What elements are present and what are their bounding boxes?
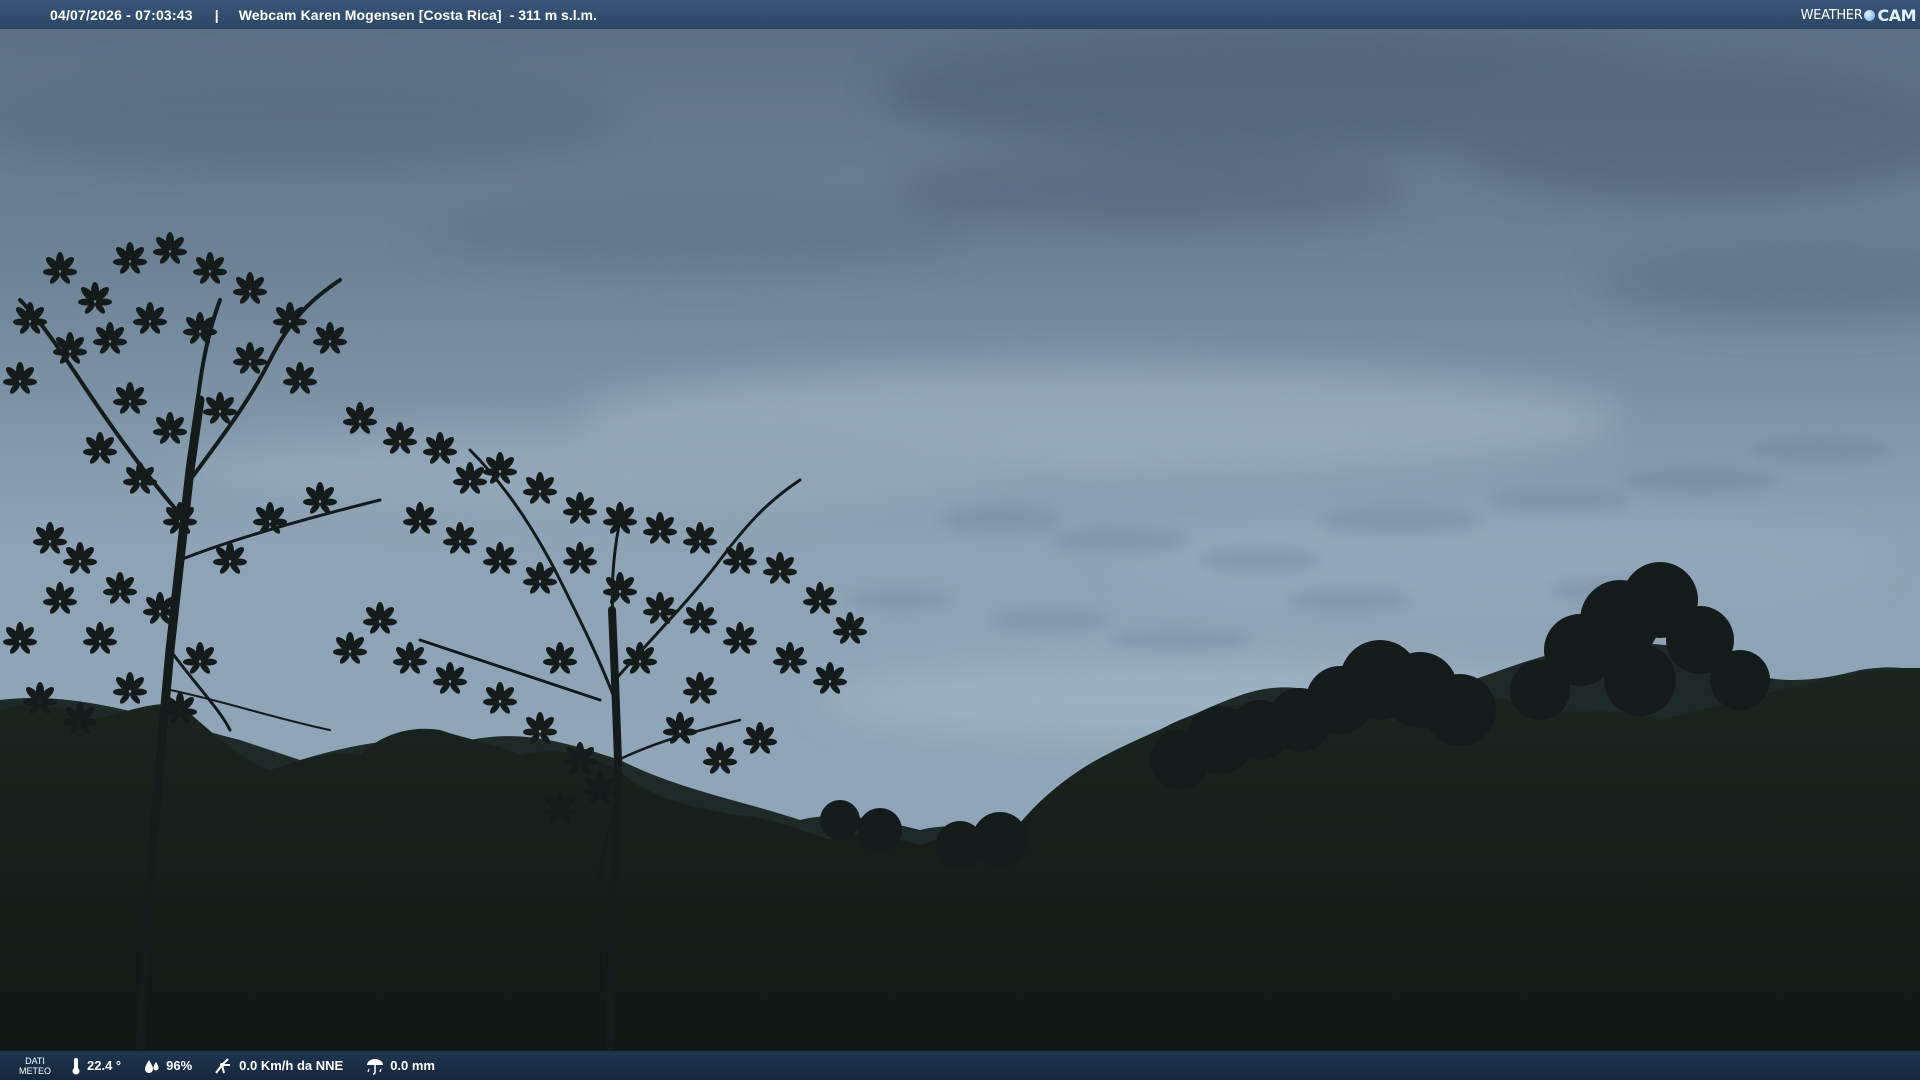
webcam-frame: 04/07/2026 - 07:03:43 | Webcam Karen Mog… <box>0 0 1920 1080</box>
temperature-reading: 22.4 ° <box>70 1057 121 1075</box>
logo-weather-text: WEATHER <box>1800 7 1863 23</box>
info-bar-top: 04/07/2026 - 07:03:43 | Webcam Karen Mog… <box>0 0 1920 29</box>
rain-reading: 0.0 mm <box>365 1057 435 1075</box>
weathercam-logo: WEATHER CAM <box>1800 4 1917 26</box>
temperature-value: 22.4 ° <box>87 1058 122 1073</box>
logo-dot-icon <box>1864 9 1876 21</box>
separator: | <box>214 6 219 23</box>
wind-reading: 0.0 Km/h da NNE <box>214 1057 343 1075</box>
timestamp: 04/07/2026 - 07:03:43 <box>50 6 193 23</box>
weather-data-bar: DATI METEO 22.4 ° 96% 0.0 Km/h da NNE 0.… <box>0 1051 1920 1080</box>
webcam-title: Webcam Karen Mogensen [Costa Rica] <box>238 6 502 23</box>
thermometer-icon <box>72 1057 80 1074</box>
webcam-image <box>0 0 1920 1080</box>
humidity-value: 96% <box>166 1058 193 1073</box>
rain-value: 0.0 mm <box>390 1058 435 1073</box>
elevation: - 311 m s.l.m. <box>509 6 597 23</box>
humidity-reading: 96% <box>143 1058 192 1074</box>
wind-value: 0.0 Km/h da NNE <box>239 1058 344 1073</box>
weather-data-label: DATI METEO <box>18 1055 51 1076</box>
drops-icon <box>145 1059 159 1073</box>
wind-icon <box>215 1057 231 1074</box>
logo-cam-text: CAM <box>1877 5 1916 25</box>
rain-icon <box>367 1058 384 1075</box>
